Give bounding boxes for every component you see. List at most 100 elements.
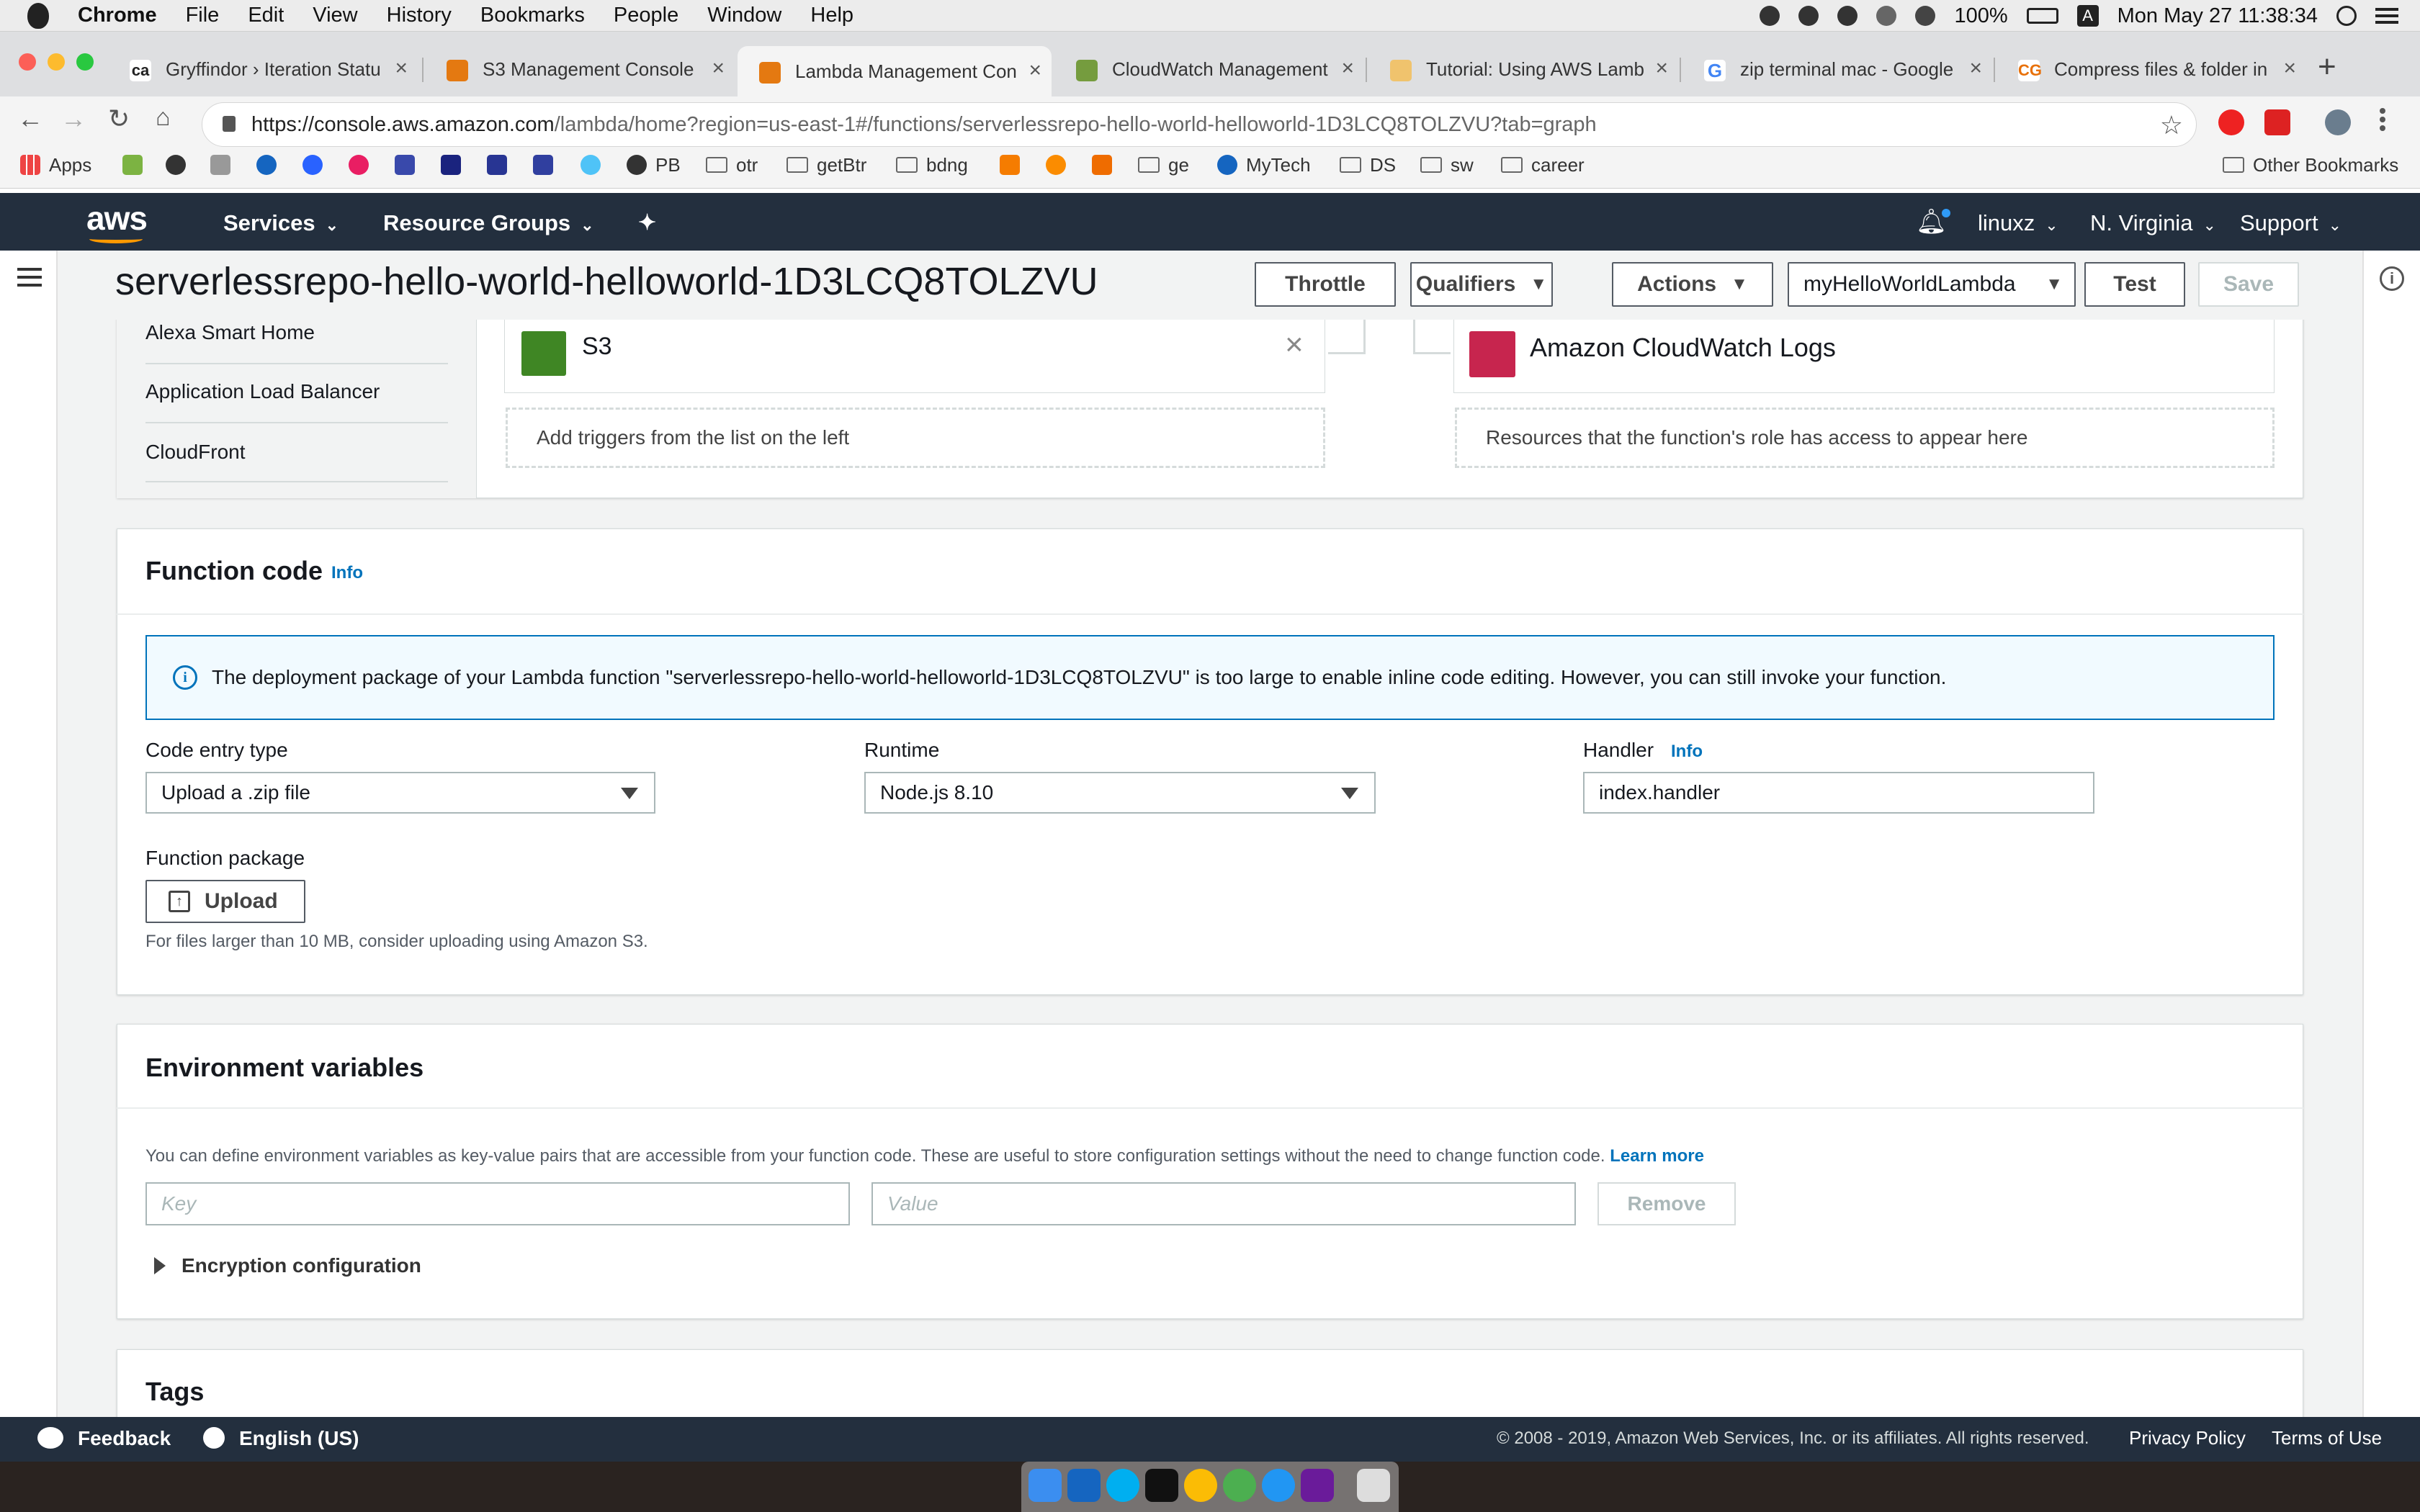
bookmark-icon-item[interactable] [1046, 148, 1075, 181]
handler-info-link[interactable]: Info [1671, 742, 1703, 762]
clock[interactable]: Mon May 27 11:38:34 [2118, 4, 2318, 28]
feedback-link[interactable]: Feedback [78, 1427, 171, 1450]
intellij-icon[interactable] [1301, 1469, 1334, 1502]
privacy-policy-link[interactable]: Privacy Policy [2129, 1427, 2246, 1449]
terms-of-use-link[interactable]: Terms of Use [2272, 1427, 2382, 1449]
trigger-item-alexa[interactable]: Alexa Smart Home [145, 321, 315, 344]
bookmark-icon-item[interactable] [122, 148, 151, 181]
test-button[interactable]: Test [2084, 262, 2185, 307]
address-bar[interactable]: https://console.aws.amazon.com/lambda/ho… [202, 102, 2197, 147]
extension-youtube-icon[interactable] [2264, 109, 2290, 135]
spotlight-search-icon[interactable] [2336, 6, 2357, 26]
user-menu[interactable]: linuxz ⌄ [1978, 210, 2058, 236]
bookmark-mytech[interactable]: MyTech [1217, 148, 1311, 181]
add-triggers-dropzone[interactable]: Add triggers from the list on the left [506, 408, 1325, 468]
finder-icon[interactable] [1028, 1469, 1062, 1502]
bookmark-icon-item[interactable] [1092, 148, 1121, 181]
tab-close-icon[interactable]: × [2283, 56, 2296, 81]
bookmark-getbtr[interactable]: getBtr [786, 148, 866, 181]
terminal-icon[interactable] [1145, 1469, 1178, 1502]
bookmark-other[interactable]: Other Bookmarks [2223, 148, 2398, 181]
window-zoom-icon[interactable] [76, 53, 94, 71]
tab-close-icon[interactable]: × [1028, 58, 1041, 83]
hamburger-menu-icon[interactable] [17, 268, 42, 271]
bookmark-star-icon[interactable]: ☆ [2160, 110, 2183, 140]
browser-tab[interactable]: S3 Management Console × [425, 48, 735, 91]
browser-tab[interactable]: CloudWatch Management × [1054, 48, 1364, 91]
chrome-menu-icon[interactable] [2380, 108, 2385, 114]
browser-tab[interactable]: ca Gryffindor › Iteration Statu × [108, 48, 418, 91]
tab-close-icon[interactable]: × [712, 56, 725, 81]
support-menu[interactable]: Support ⌄ [2240, 210, 2341, 236]
safari-icon[interactable] [1262, 1469, 1295, 1502]
remove-button[interactable]: Remove [1597, 1182, 1736, 1225]
status-bluetooth-icon[interactable] [1876, 6, 1897, 26]
handler-input[interactable]: index.handler [1583, 772, 2094, 814]
actions-button[interactable]: Actions ▼ [1612, 262, 1773, 307]
skype-icon[interactable] [1106, 1469, 1139, 1502]
tab-close-icon[interactable]: × [395, 56, 408, 81]
bookmark-apps[interactable]: Apps [20, 148, 91, 181]
bookmark-icon-item[interactable] [533, 148, 562, 181]
menu-bookmarks[interactable]: Bookmarks [480, 4, 585, 27]
env-key-input[interactable]: Key [145, 1182, 850, 1225]
learn-more-link[interactable]: Learn more [1610, 1146, 1704, 1166]
window-minimize-icon[interactable] [48, 53, 65, 71]
bookmark-icon-item[interactable] [210, 148, 239, 181]
apple-logo-icon[interactable] [27, 2, 49, 29]
status-sync-icon[interactable] [1837, 6, 1858, 26]
pin-icon[interactable]: ✦ [638, 210, 656, 235]
outlook-icon[interactable] [1067, 1469, 1101, 1502]
menu-file[interactable]: File [186, 4, 220, 27]
browser-tab-active[interactable]: Lambda Management Con × [738, 46, 1052, 96]
profile-avatar[interactable] [2325, 109, 2351, 135]
bookmark-icon-item[interactable] [349, 148, 377, 181]
bookmark-icon-item[interactable] [1000, 148, 1028, 181]
status-ge-icon[interactable] [1798, 6, 1819, 26]
bookmark-icon-item[interactable] [487, 148, 516, 181]
menu-app-name[interactable]: Chrome [78, 4, 157, 27]
bookmark-pb[interactable]: PB [627, 148, 681, 181]
info-panel-icon[interactable]: i [2380, 266, 2404, 291]
bookmark-icon-item[interactable] [166, 148, 194, 181]
s3-trigger-card[interactable] [504, 317, 1325, 393]
menu-history[interactable]: History [387, 4, 452, 27]
battery-icon[interactable] [2026, 8, 2058, 24]
tab-close-icon[interactable]: × [1969, 56, 1982, 81]
menu-people[interactable]: People [614, 4, 678, 27]
code-entry-select[interactable]: Upload a .zip file [145, 772, 655, 814]
services-menu[interactable]: Services ⌄ [223, 210, 339, 236]
resource-groups-menu[interactable]: Resource Groups ⌄ [383, 210, 594, 236]
extension-adblock-icon[interactable] [2218, 109, 2244, 135]
trigger-item-alb[interactable]: Application Load Balancer [145, 380, 380, 403]
menu-help[interactable]: Help [810, 4, 853, 27]
chrome-icon[interactable] [1184, 1469, 1217, 1502]
trash-icon[interactable] [1357, 1469, 1390, 1502]
bookmark-ge[interactable]: ge [1138, 148, 1189, 181]
bookmark-bdng[interactable]: bdng [896, 148, 968, 181]
upload-button[interactable]: ↑ Upload [145, 880, 305, 923]
region-menu[interactable]: N. Virginia ⌄ [2090, 210, 2216, 236]
browser-tab[interactable]: G zip terminal mac - Google × [1682, 48, 1992, 91]
runtime-select[interactable]: Node.js 8.10 [864, 772, 1376, 814]
bookmark-icon-item[interactable] [581, 148, 609, 181]
bookmark-ds[interactable]: DS [1340, 148, 1396, 181]
save-button[interactable]: Save [2198, 262, 2299, 307]
menu-edit[interactable]: Edit [248, 4, 284, 27]
back-arrow-icon[interactable]: ← [17, 104, 43, 134]
input-source-icon[interactable]: A [2076, 5, 2099, 27]
bookmark-icon-item[interactable] [302, 148, 331, 181]
wifi-icon[interactable] [1915, 6, 1936, 26]
env-value-input[interactable]: Value [871, 1182, 1576, 1225]
tab-close-icon[interactable]: × [1655, 56, 1668, 81]
throttle-button[interactable]: Throttle [1255, 262, 1396, 307]
function-code-info-link[interactable]: Info [331, 563, 363, 583]
notification-center-icon[interactable] [2375, 14, 2398, 17]
bookmark-icon-item[interactable] [441, 148, 470, 181]
browser-tab[interactable]: Tutorial: Using AWS Lamb × [1368, 48, 1678, 91]
language-selector[interactable]: English (US) [239, 1427, 359, 1450]
status-b-icon[interactable] [1760, 6, 1780, 26]
new-tab-plus-icon[interactable]: + [2318, 49, 2336, 85]
home-icon[interactable]: ⌂ [156, 104, 171, 132]
reload-icon[interactable]: ↻ [108, 104, 130, 134]
